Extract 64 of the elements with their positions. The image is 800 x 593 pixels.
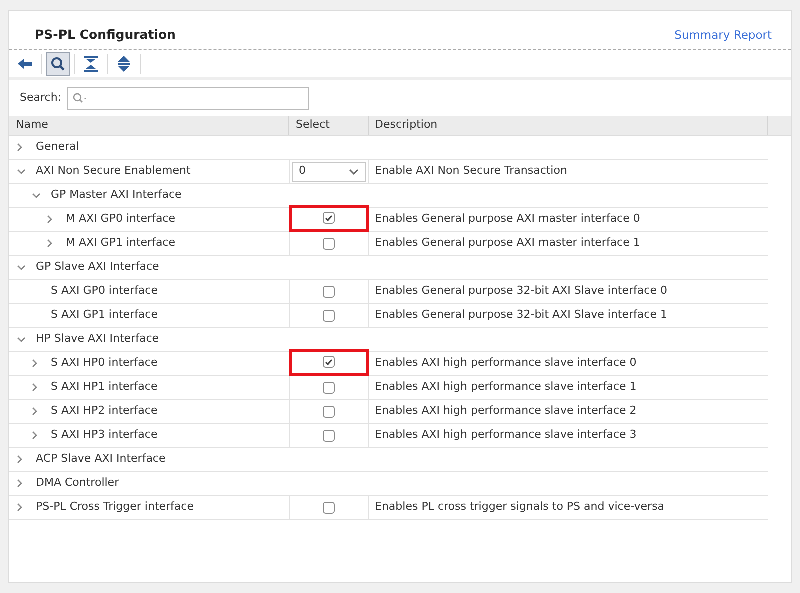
chevron-right-icon[interactable] [17,143,23,152]
checkbox[interactable] [323,502,335,514]
row-description: Enables General purpose 32-bit AXI Slave interface 0 [375,283,668,300]
search-icon [72,92,86,104]
back-arrow-icon [18,58,32,68]
column-header[interactable]: Name [9,116,289,135]
checkbox[interactable] [323,238,335,250]
chevron-right-icon[interactable] [32,431,38,440]
row-name: M AXI GP0 interface [66,211,176,228]
row-description: Enables AXI high performance slave interface 0 [375,355,637,372]
collapse-all-icon [84,56,98,72]
row-description: Enables AXI high performance slave interface 3 [375,427,637,444]
row-name: General [36,139,80,156]
checkbox[interactable] [323,286,335,298]
row-name: GP Master AXI Interface [51,187,182,204]
search-label: Search: [20,90,62,106]
value-dropdown[interactable]: 0 [292,162,366,182]
row-description: Enables PL cross trigger signals to PS and vice-versa [375,499,665,516]
chevron-right-icon[interactable] [32,407,38,416]
chevron-down-icon[interactable] [17,168,26,174]
row-name: M AXI GP1 interface [66,235,176,252]
expand-all-icon [118,56,130,72]
row-description: Enables General purpose AXI master interface 1 [375,235,640,252]
chevron-right-icon[interactable] [32,359,38,368]
row-name: PS-PL Cross Trigger interface [36,499,194,516]
chevron-down-icon [349,168,359,174]
chevron-right-icon[interactable] [17,455,23,464]
row-description: Enable AXI Non Secure Transaction [375,163,568,180]
row-name: HP Slave AXI Interface [36,331,160,348]
checkbox[interactable] [323,382,335,394]
column-header[interactable]: Description [369,116,768,135]
chevron-right-icon[interactable] [47,215,53,224]
chevron-down-icon[interactable] [17,336,26,342]
row-name: S AXI HP3 interface [51,427,158,444]
row-description: Enables General purpose AXI master interface 0 [375,211,640,228]
row-name: GP Slave AXI Interface [36,259,160,276]
row-name: S AXI HP2 interface [51,403,158,420]
row-name: DMA Controller [36,475,120,492]
checkbox[interactable] [323,430,335,442]
row-name: S AXI HP1 interface [51,379,158,396]
chevron-right-icon[interactable] [47,239,53,248]
toolbar-button[interactable] [46,52,70,76]
row-description: Enables General purpose 32-bit AXI Slave interface 1 [375,307,668,324]
chevron-right-icon[interactable] [32,383,38,392]
search-field[interactable] [66,86,308,110]
column-header[interactable]: Select [289,116,369,135]
row-name: ACP Slave AXI Interface [36,451,166,468]
row-name: S AXI GP1 interface [51,307,158,324]
row-name: AXI Non Secure Enablement [36,163,191,180]
page-title: PS-PL Configuration [35,26,176,44]
row-name: S AXI HP0 interface [51,355,158,372]
checkbox[interactable] [323,406,335,418]
chevron-down-icon[interactable] [32,192,41,198]
chevron-down-icon[interactable] [17,264,26,270]
row-description: Enables AXI high performance slave interface 1 [375,379,637,396]
summary-report-link[interactable]: Summary Report [674,26,772,44]
checkbox[interactable] [323,356,335,368]
checkbox[interactable] [323,212,335,224]
chevron-right-icon[interactable] [17,479,23,488]
chevron-right-icon[interactable] [17,503,23,512]
row-name: S AXI GP0 interface [51,283,158,300]
checkbox[interactable] [323,310,335,322]
row-description: Enables AXI high performance slave interface 2 [375,403,637,420]
search-icon [51,56,65,70]
